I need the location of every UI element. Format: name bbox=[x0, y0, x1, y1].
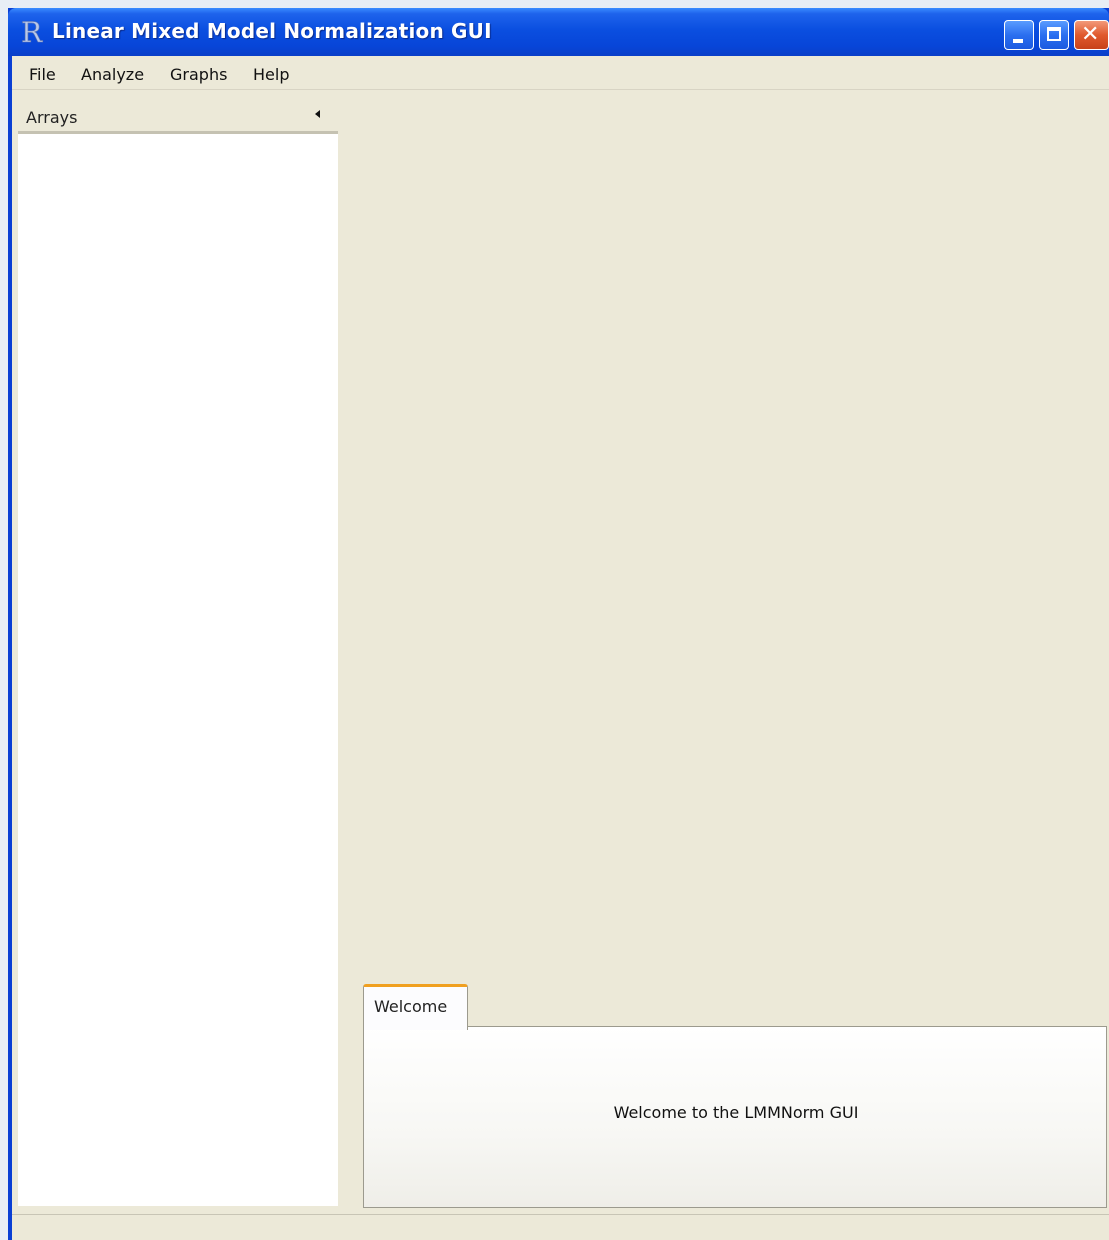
arrays-panel[interactable]: Arrays bbox=[18, 98, 338, 1206]
maximize-button[interactable] bbox=[1039, 20, 1069, 50]
title-bar[interactable]: R Linear Mixed Model Normalization GUI ✕ bbox=[8, 8, 1109, 56]
menu-file[interactable]: File bbox=[29, 65, 56, 84]
minimize-icon bbox=[1013, 39, 1023, 43]
menu-graphs[interactable]: Graphs bbox=[170, 65, 227, 84]
minimize-button[interactable] bbox=[1004, 20, 1034, 50]
menu-help[interactable]: Help bbox=[253, 65, 289, 84]
r-logo-icon: R bbox=[21, 18, 44, 46]
menu-bar: File Analyze Graphs Help bbox=[12, 56, 1109, 90]
tab-welcome-label: Welcome bbox=[374, 997, 448, 1016]
svg-text:R: R bbox=[21, 18, 43, 46]
triangle-left-icon[interactable] bbox=[311, 107, 325, 121]
menu-analyze[interactable]: Analyze bbox=[81, 65, 144, 84]
close-button[interactable]: ✕ bbox=[1074, 20, 1109, 50]
welcome-message: Welcome to the LMMNorm GUI bbox=[613, 1103, 859, 1122]
client-area: File Analyze Graphs Help Arrays Welcome … bbox=[12, 56, 1109, 1240]
close-icon: ✕ bbox=[1081, 22, 1100, 47]
window-title: Linear Mixed Model Normalization GUI bbox=[52, 19, 492, 43]
tab-welcome[interactable]: Welcome bbox=[363, 984, 468, 1030]
maximize-icon bbox=[1047, 27, 1061, 41]
status-bar bbox=[12, 1214, 1109, 1240]
arrays-panel-title: Arrays bbox=[26, 108, 78, 127]
welcome-tab-content: Welcome to the LMMNorm GUI bbox=[363, 1026, 1107, 1208]
arrays-panel-header: Arrays bbox=[18, 98, 338, 134]
app-window: R Linear Mixed Model Normalization GUI ✕… bbox=[8, 8, 1109, 1240]
